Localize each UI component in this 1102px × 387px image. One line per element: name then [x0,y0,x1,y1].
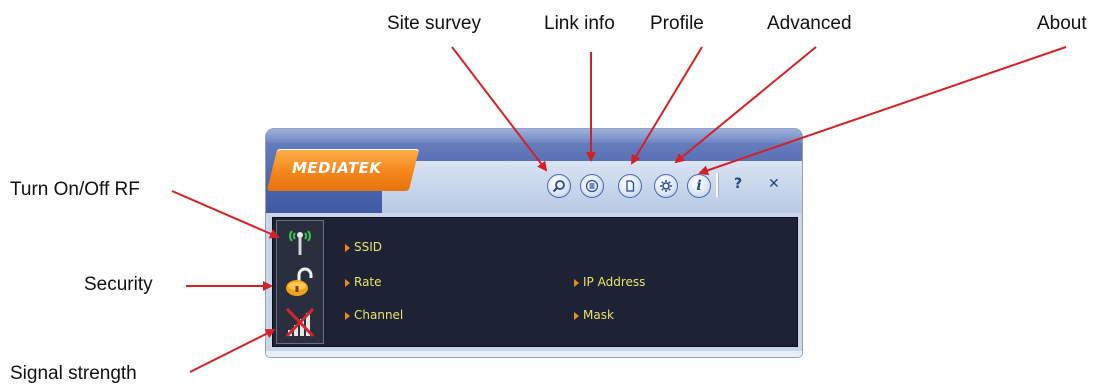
profile-arrow [630,46,703,165]
turn-on-off-rf-arrow [171,190,280,239]
about-arrow [698,46,1067,176]
signal-strength-arrow [189,329,276,373]
advanced-arrow [674,46,817,164]
site-survey-arrow [451,46,548,172]
callout-arrows [171,46,1067,373]
